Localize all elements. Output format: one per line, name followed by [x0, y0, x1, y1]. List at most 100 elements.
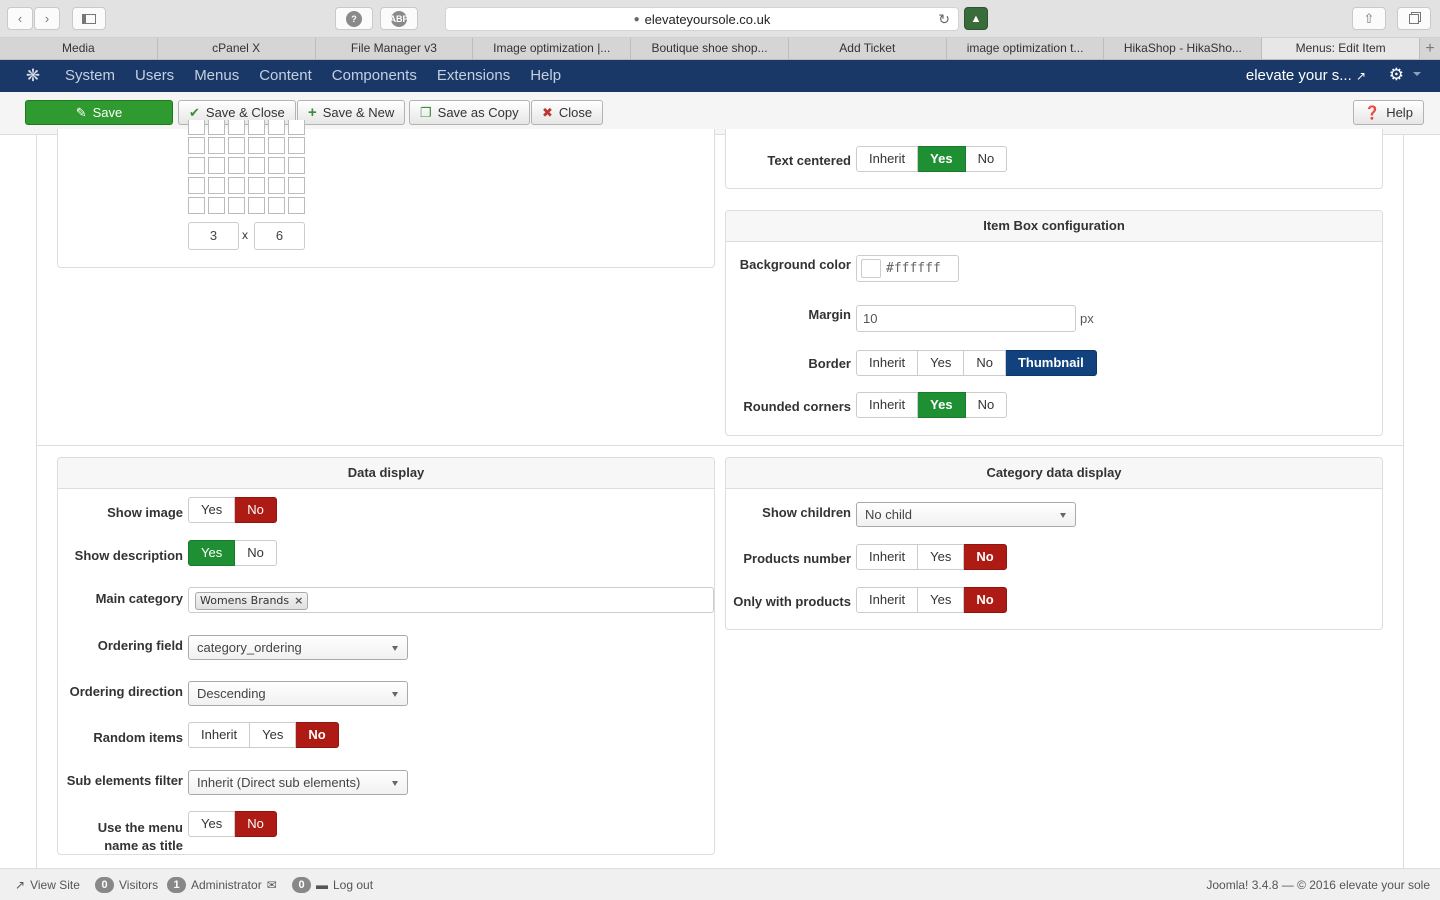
grid-cell[interactable] [268, 137, 285, 154]
browser-tab[interactable]: File Manager v3 [316, 38, 474, 59]
text-centered-inherit[interactable]: Inherit [856, 146, 919, 172]
grid-cell[interactable] [188, 120, 205, 135]
border-yes[interactable]: Yes [918, 350, 965, 376]
browser-tab[interactable]: Media [0, 38, 158, 59]
border-inherit[interactable]: Inherit [856, 350, 919, 376]
menu-title-no[interactable]: No [235, 811, 277, 837]
site-link[interactable]: elevate your s... ↗ [1246, 60, 1366, 92]
grid-cell[interactable] [288, 137, 305, 154]
rounded-no[interactable]: No [965, 392, 1008, 418]
show-image-yes[interactable]: Yes [188, 497, 236, 523]
grid-cell[interactable] [288, 120, 305, 135]
ordering-dir-select[interactable]: Descending [188, 681, 408, 706]
menu-help[interactable]: Help [520, 60, 571, 92]
save-new-button[interactable]: + Save & New [297, 100, 406, 125]
caret-down-icon[interactable] [1413, 72, 1421, 76]
show-children-select[interactable]: No child [856, 502, 1076, 527]
grid-cell[interactable] [288, 197, 305, 214]
ordering-field-select[interactable]: category_ordering [188, 635, 408, 660]
products-number-no[interactable]: No [964, 544, 1007, 570]
main-cat-input[interactable]: Womens Brands × [188, 587, 714, 613]
random-yes[interactable]: Yes [250, 722, 297, 748]
adblock-button[interactable]: ABP [380, 7, 418, 30]
back-button[interactable]: ‹ [7, 7, 33, 30]
browser-tab[interactable]: Boutique shoe shop... [631, 38, 789, 59]
text-centered-yes[interactable]: Yes [918, 146, 966, 172]
random-inherit[interactable]: Inherit [188, 722, 251, 748]
remove-chip-icon[interactable]: × [294, 593, 303, 609]
menu-users[interactable]: Users [125, 60, 184, 92]
extension-button[interactable]: ? [335, 7, 373, 30]
menu-system[interactable]: System [55, 60, 125, 92]
grid-cell[interactable] [208, 157, 225, 174]
grid-cell[interactable] [228, 137, 245, 154]
grid-cell[interactable] [188, 137, 205, 154]
address-bar[interactable]: ● elevateyoursole.co.uk ↻ [445, 7, 959, 31]
menu-title-yes[interactable]: Yes [188, 811, 236, 837]
save-copy-button[interactable]: ❐ Save as Copy [409, 100, 530, 125]
help-button[interactable]: ❓ Help [1353, 100, 1424, 125]
menu-components[interactable]: Components [322, 60, 427, 92]
grid-cell[interactable] [268, 177, 285, 194]
menu-content[interactable]: Content [249, 60, 322, 92]
browser-tab[interactable]: image optimization t... [947, 38, 1105, 59]
grid-cell[interactable] [268, 157, 285, 174]
grid-cell[interactable] [248, 177, 265, 194]
messages-status[interactable]: 0 ▬ Log out [292, 869, 373, 900]
grid-cell[interactable] [208, 197, 225, 214]
random-no[interactable]: No [296, 722, 339, 748]
new-tab-icon[interactable]: + [1420, 38, 1440, 59]
close-button[interactable]: ✖ Close [531, 100, 604, 125]
sidebar-toggle-button[interactable] [72, 7, 106, 30]
grid-cell[interactable] [268, 197, 285, 214]
forward-button[interactable]: › [34, 7, 60, 30]
show-desc-no[interactable]: No [235, 540, 277, 566]
products-number-inherit[interactable]: Inherit [856, 544, 919, 570]
grid-cell[interactable] [228, 197, 245, 214]
show-image-no[interactable]: No [235, 497, 277, 523]
browser-tab[interactable]: cPanel X [158, 38, 316, 59]
logout-link[interactable]: Log out [333, 869, 373, 900]
browser-tab[interactable]: Image optimization |... [473, 38, 632, 59]
color-swatch[interactable] [861, 259, 881, 278]
rounded-inherit[interactable]: Inherit [856, 392, 919, 418]
reload-icon[interactable]: ↻ [938, 11, 950, 28]
grid-cell[interactable] [208, 137, 225, 154]
grid-cell[interactable] [208, 177, 225, 194]
grid-cell[interactable] [228, 120, 245, 135]
gear-icon[interactable]: ⚙ [1389, 65, 1404, 85]
grid-cell[interactable] [248, 197, 265, 214]
layout-grid[interactable] [188, 120, 308, 217]
margin-input[interactable]: 10 [856, 305, 1076, 332]
menu-extensions[interactable]: Extensions [427, 60, 520, 92]
browser-tab[interactable]: HikaShop - HikaSho... [1104, 38, 1263, 59]
grid-cell[interactable] [248, 120, 265, 135]
only-products-inherit[interactable]: Inherit [856, 587, 919, 613]
grid-cell[interactable] [188, 157, 205, 174]
browser-tab-active[interactable]: Menus: Edit Item [1262, 38, 1421, 59]
menu-menus[interactable]: Menus [184, 60, 249, 92]
save-button[interactable]: ✎ Save [25, 100, 173, 125]
joomla-logo-icon[interactable]: ❋ [24, 67, 42, 85]
show-desc-yes[interactable]: Yes [188, 540, 236, 566]
text-centered-no[interactable]: No [965, 146, 1008, 172]
view-site-link[interactable]: ↗ View Site [15, 869, 80, 900]
grid-cell[interactable] [248, 157, 265, 174]
sub-filter-select[interactable]: Inherit (Direct sub elements) [188, 770, 408, 795]
grid-cell[interactable] [228, 177, 245, 194]
cols-input[interactable]: 6 [254, 222, 305, 250]
border-no[interactable]: No [964, 350, 1006, 376]
rows-input[interactable]: 3 [188, 222, 239, 250]
extension-image-button[interactable]: ▲ [964, 7, 988, 30]
only-products-no[interactable]: No [964, 587, 1007, 613]
products-number-yes[interactable]: Yes [918, 544, 965, 570]
share-button[interactable]: ⇧ [1352, 7, 1386, 30]
rounded-yes[interactable]: Yes [918, 392, 966, 418]
grid-cell[interactable] [208, 120, 225, 135]
border-thumbnail[interactable]: Thumbnail [1005, 350, 1097, 376]
grid-cell[interactable] [188, 177, 205, 194]
grid-cell[interactable] [248, 137, 265, 154]
only-products-yes[interactable]: Yes [918, 587, 965, 613]
grid-cell[interactable] [188, 197, 205, 214]
grid-cell[interactable] [228, 157, 245, 174]
